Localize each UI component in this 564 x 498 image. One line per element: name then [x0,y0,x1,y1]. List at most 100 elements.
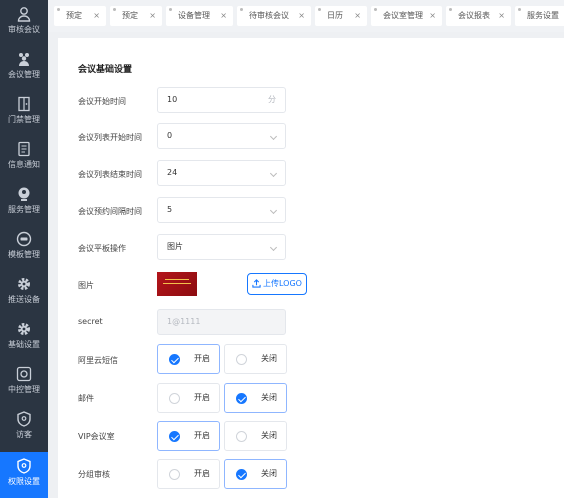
interval-select[interactable]: 5 [157,197,286,223]
list-end-value: 24 [167,168,178,177]
aliyun-sms-on-radio[interactable]: 开启 [157,344,220,374]
close-icon[interactable]: × [498,6,505,26]
sidebar-item-push-device[interactable]: 推送设备 [0,270,48,314]
chevron-down-icon [269,206,278,215]
radio-label: 关闭 [261,469,277,478]
sidebar-item-basic-settings[interactable]: 基础设置 [0,315,48,359]
vip-room-off-radio[interactable]: 关闭 [224,421,287,451]
image-label: 图片 [78,281,94,290]
sidebar-item-label: 权限设置 [8,477,40,486]
tab-dot [318,8,321,11]
close-icon[interactable]: × [93,6,100,26]
chevron-down-icon [269,169,278,178]
radio-label: 开启 [194,469,210,478]
aliyun-sms-off-radio[interactable]: 关闭 [224,344,287,374]
sidebar-item-label: 审核会议 [8,25,40,34]
sidebar-item-permission-settings[interactable]: 权限设置 [0,452,48,498]
tab-label: 设备管理 [178,11,210,20]
tab-dot [113,8,116,11]
interval-label: 会议预约间隔时间 [78,207,142,216]
close-icon[interactable]: × [429,6,436,26]
list-start-value: 0 [167,131,173,140]
template-icon [16,231,32,247]
sidebar-item-review-meeting[interactable]: 审核会议 [0,0,48,44]
radio-label: 关闭 [261,354,277,363]
group-review-label: 分组审核 [78,470,110,479]
tab-meeting-report[interactable]: 会议报表 × [446,6,511,26]
vip-room-on-radio[interactable]: 开启 [157,421,220,451]
radio-label: 关闭 [261,431,277,440]
control-icon [16,366,32,382]
group-review-off-radio[interactable]: 关闭 [224,459,287,489]
tab-calendar[interactable]: 日历 × [315,6,367,26]
upload-logo-button[interactable]: 上传LOGO [247,273,307,295]
gear-icon [18,278,30,290]
tab-dot [374,8,377,11]
page-title: 会议基础设置 [78,65,133,75]
tab-pending-meetings[interactable]: 待审核会议 × [237,6,311,26]
tab-label: 会议报表 [458,11,490,20]
sidebar-item-label: 门禁管理 [8,115,40,124]
list-end-select[interactable]: 24 [157,160,286,186]
email-off-radio[interactable]: 关闭 [224,383,287,413]
group-review-on-radio[interactable]: 开启 [157,459,220,489]
tab-bar: 预定 × 预定 × 设备管理 × 待审核会议 × 日历 × 会议室管理 × 会议… [48,0,564,32]
tab-label: 预定 [122,11,138,20]
tab-room-management[interactable]: 会议室管理 × [371,6,442,26]
tab-label: 日历 [327,11,343,20]
shield-icon [17,411,31,427]
tab-booking-2[interactable]: 预定 × [110,6,162,26]
interval-value: 5 [167,205,173,214]
secret-input: 1@1111 [157,309,286,335]
tab-service-settings[interactable]: 服务设置 [515,6,564,26]
close-icon[interactable]: × [298,6,305,26]
tablet-op-value: 图片 [167,242,183,251]
sidebar-item-label: 信息通知 [8,160,40,169]
sidebar-item-service-management[interactable]: 服务管理 [0,180,48,224]
document-icon [18,141,30,157]
tab-label: 会议室管理 [383,11,423,20]
radio-label: 开启 [194,431,210,440]
chevron-down-icon [269,132,278,141]
upload-icon [252,279,261,288]
radio-label: 开启 [194,393,210,402]
upload-label: 上传LOGO [263,279,302,288]
email-on-radio[interactable]: 开启 [157,383,220,413]
close-icon[interactable]: × [220,6,227,26]
sidebar-item-label: 会议管理 [8,70,40,79]
sidebar-item-visitors[interactable]: 访客 [0,405,48,449]
tablet-op-select[interactable]: 图片 [157,234,286,260]
sidebar-item-label: 基础设置 [8,340,40,349]
unit-suffix: 分 [268,95,276,104]
vip-room-label: VIP会议室 [78,432,115,441]
service-icon [18,187,30,201]
close-icon[interactable]: × [149,6,156,26]
tab-dot [518,8,521,11]
list-end-label: 会议列表结束时间 [78,170,142,179]
tab-device-management[interactable]: 设备管理 × [166,6,233,26]
radio-check-icon [236,469,247,480]
tab-booking[interactable]: 预定 × [54,6,106,26]
radio-circle-icon [169,469,180,480]
sidebar-item-label: 服务管理 [8,205,40,214]
tab-label: 预定 [66,11,82,20]
start-time-value: 10 [167,95,178,104]
sidebar-item-central-control[interactable]: 中控管理 [0,360,48,404]
list-start-select[interactable]: 0 [157,123,286,149]
radio-circle-icon [169,393,180,404]
sidebar-item-template-management[interactable]: 模板管理 [0,225,48,269]
tab-dot [449,8,452,11]
close-icon[interactable]: × [354,6,361,26]
radio-circle-icon [236,431,247,442]
shield-icon [17,458,31,474]
tab-dot [240,8,243,11]
settings-card: 会议基础设置 会议开始时间 10 分 会议列表开始时间 0 会议列表结束时间 2… [58,38,564,498]
chevron-down-icon [269,243,278,252]
sidebar-item-access-control[interactable]: 门禁管理 [0,90,48,134]
sidebar-item-meeting-management[interactable]: 会议管理 [0,45,48,89]
user-check-icon [17,7,31,22]
sidebar-item-notifications[interactable]: 信息通知 [0,135,48,179]
start-time-input[interactable]: 10 分 [157,87,286,113]
list-start-label: 会议列表开始时间 [78,133,142,142]
radio-label: 关闭 [261,393,277,402]
